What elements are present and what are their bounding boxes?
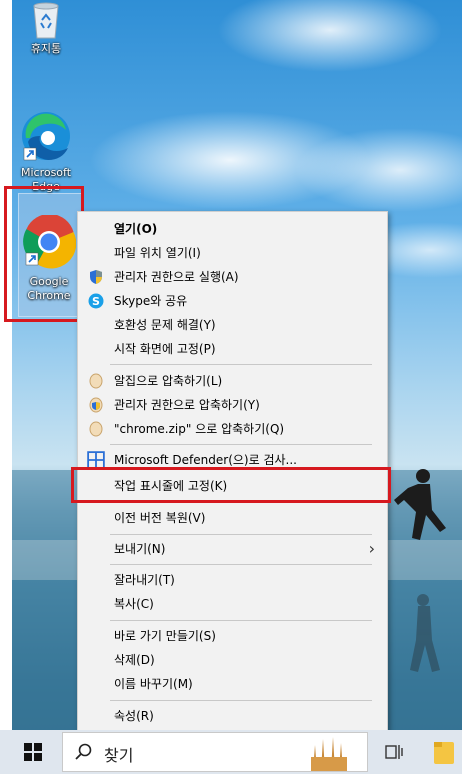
task-view-icon [385,745,403,759]
menu-item-label: 이전 버전 복원(V) [114,511,206,525]
search-icon [75,743,92,760]
menu-separator [110,700,372,701]
pin-to-taskbar-annotation-box [71,467,391,503]
menu-item-label: 바로 가기 만들기(S) [114,629,216,643]
menu-item-open[interactable]: 열기(O) [78,217,387,241]
recycle-bin-icon [33,2,59,39]
edge-icon [22,112,70,161]
menu-item-label: "chrome.zip" 으로 압축하기(Q) [114,422,285,436]
menu-item-delete[interactable]: 삭제(D) [78,648,387,672]
menu-separator [110,364,372,365]
skype-icon: S [88,293,104,309]
chrome-icon-annotation-box [4,186,84,322]
file-explorer-button[interactable] [432,740,456,766]
chevron-right-icon: › [368,539,375,558]
menu-item-properties[interactable]: 속성(R) [78,704,387,728]
menu-item-label: 속성(R) [114,709,154,723]
menu-item-label: 관리자 권한으로 실행(A) [114,270,239,284]
alzip-icon [89,373,103,389]
menu-item-send-to[interactable]: 보내기(N) › [78,537,387,561]
menu-item-restore-previous[interactable]: 이전 버전 복원(V) [78,506,387,530]
menu-item-rename[interactable]: 이름 바꾸기(M) [78,672,387,696]
recycle-bin-shortcut[interactable]: 휴지통 [18,0,74,56]
sagrada-familia-search-highlight-icon [305,733,353,771]
menu-item-alzip-compress[interactable]: 알집으로 압축하기(L) [78,369,387,393]
start-button[interactable] [12,730,58,774]
windows-start-icon [24,743,42,761]
menu-item-label: 알집으로 압축하기(L) [114,374,223,388]
menu-item-label: 호환성 문제 해결(Y) [114,318,216,332]
svg-text:S: S [92,295,100,308]
taskbar-search-text: 찾기 [104,746,134,765]
menu-item-run-as-admin[interactable]: 관리자 권한으로 실행(A) [78,265,387,289]
task-view-button[interactable] [383,742,405,767]
menu-item-compress-chrome-zip[interactable]: "chrome.zip" 으로 압축하기(Q) [78,417,387,441]
menu-item-label: 관리자 권한으로 압축하기(Y) [114,398,260,412]
menu-item-label: 삭제(D) [114,653,155,667]
edge-shortcut[interactable]: Microsoft Edge [14,108,78,194]
menu-item-label: 시작 화면에 고정(P) [114,342,216,356]
edge-label-line1: Microsoft [20,166,72,179]
menu-item-open-file-location[interactable]: 파일 위치 열기(I) [78,241,387,265]
menu-item-label: Skype와 공유 [114,294,188,308]
menu-item-create-shortcut[interactable]: 바로 가기 만들기(S) [78,624,387,648]
menu-item-alzip-admin[interactable]: 관리자 권한으로 압축하기(Y) [78,393,387,417]
menu-item-pin-to-start[interactable]: 시작 화면에 고정(P) [78,337,387,361]
menu-separator [110,444,372,445]
menu-item-label: 잘라내기(T) [114,573,175,587]
menu-separator [110,564,372,565]
menu-item-label: 보내기(N) [114,542,166,556]
file-explorer-icon [434,742,454,764]
menu-item-copy[interactable]: 복사(C) [78,592,387,616]
alzip-icon [89,421,103,437]
menu-item-cut[interactable]: 잘라내기(T) [78,568,387,592]
menu-item-label: 이름 바꾸기(M) [114,677,193,691]
menu-item-label: 열기(O) [114,222,158,236]
menu-item-label: 파일 위치 열기(I) [114,246,201,260]
uac-shield-icon [90,270,102,284]
menu-separator [110,620,372,621]
menu-item-share-skype[interactable]: S Skype와 공유 [78,289,387,313]
menu-item-label: 복사(C) [114,597,154,611]
recycle-bin-label: 휴지통 [30,42,62,55]
menu-item-troubleshoot-compat[interactable]: 호환성 문제 해결(Y) [78,313,387,337]
alzip-shield-icon [89,397,103,413]
menu-separator [110,534,372,535]
screen-edge [0,0,12,730]
